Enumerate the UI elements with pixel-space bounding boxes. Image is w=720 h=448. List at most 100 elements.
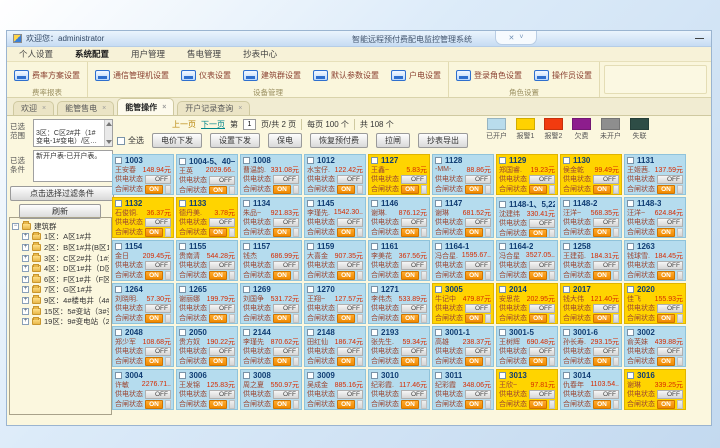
ribbon-button[interactable]: 仪表设置 bbox=[181, 70, 231, 81]
collapse-expander-icon[interactable]: − bbox=[12, 223, 19, 230]
card-checkbox[interactable] bbox=[243, 286, 250, 293]
card-checkbox[interactable] bbox=[243, 157, 250, 164]
room-card[interactable]: 1148-1、5,22 沈建纬 330.41元 供电状态 OFF 合闸状态 ON bbox=[496, 197, 558, 238]
room-card[interactable]: 1263 钱球雪. 184.45元 供电状态 OFF 合闸状态 ON bbox=[624, 240, 686, 281]
toolbar-button[interactable]: 拉闸 bbox=[376, 133, 410, 148]
ribbon-button[interactable]: 通信管理机设置 bbox=[95, 70, 169, 81]
tree-node[interactable]: + 4区：D区1#井（D区1 bbox=[12, 263, 109, 274]
breaker-on-badge[interactable]: ON bbox=[273, 228, 291, 237]
breaker-on-badge[interactable]: ON bbox=[593, 228, 611, 237]
room-card[interactable]: 1003 王安春 148.94元 供电状态 OFF 合闸状态 ON bbox=[112, 154, 174, 195]
breaker-on-badge[interactable]: ON bbox=[529, 357, 547, 366]
breaker-on-badge[interactable]: ON bbox=[401, 185, 419, 194]
expand-expander-icon[interactable]: + bbox=[22, 286, 29, 293]
room-card[interactable]: 1161 李美花 367.56元 供电状态 OFF 合闸状态 ON bbox=[368, 240, 430, 281]
room-card[interactable]: 2020 佳飞 155.93元 供电状态 OFF 合闸状态 ON bbox=[624, 283, 686, 324]
room-card[interactable]: 1145 李瑾先. 1542.30.. 供电状态 OFF 合闸状态 ON bbox=[304, 197, 366, 238]
card-checkbox[interactable] bbox=[563, 372, 570, 379]
breaker-on-badge[interactable]: ON bbox=[273, 185, 291, 194]
room-card[interactable]: 1133 德丹美. 3.78元 供电状态 OFF 合闸状态 ON bbox=[176, 197, 238, 238]
room-card[interactable]: 1157 钱杰 686.99元 供电状态 OFF 合闸状态 ON bbox=[240, 240, 302, 281]
card-checkbox[interactable] bbox=[499, 329, 506, 336]
breaker-on-badge[interactable]: ON bbox=[465, 228, 483, 237]
tree-node[interactable]: + 6区：F区1#井（F区1# bbox=[12, 274, 109, 285]
room-card[interactable]: 1271 李伟杰 533.89元 供电状态 OFF 合闸状态 ON bbox=[368, 283, 430, 324]
document-tab[interactable]: 能管售电× bbox=[57, 101, 114, 115]
card-checkbox[interactable] bbox=[371, 372, 378, 379]
room-card[interactable]: 2017 钱大伟 121.40元 供电状态 OFF 合闸状态 ON bbox=[560, 283, 622, 324]
ribbon-button[interactable]: 户电设置 bbox=[391, 70, 441, 81]
room-card[interactable]: 1134 朱品~ 921.83元 供电状态 OFF 合闸状态 ON bbox=[240, 197, 302, 238]
room-card[interactable]: 1258 王建茹. 184.31元 供电状态 OFF 合闸状态 ON bbox=[560, 240, 622, 281]
expand-expander-icon[interactable]: + bbox=[22, 297, 29, 304]
breaker-on-badge[interactable]: ON bbox=[337, 271, 355, 280]
scroll-down-icon[interactable] bbox=[106, 140, 112, 144]
breaker-on-badge[interactable]: ON bbox=[209, 357, 227, 366]
breaker-on-badge[interactable]: ON bbox=[529, 314, 547, 323]
tab-close-icon[interactable]: × bbox=[42, 105, 46, 112]
card-checkbox[interactable] bbox=[371, 243, 378, 250]
card-checkbox[interactable] bbox=[115, 372, 122, 379]
room-card[interactable]: 1129 郑国睿. 19.23元 供电状态 OFF 合闸状态 ON bbox=[496, 154, 558, 195]
menu-item[interactable]: 售电管理 bbox=[187, 48, 221, 60]
room-card[interactable]: 1147 谢琳 681.52元 供电状态 OFF 合闸状态 ON bbox=[432, 197, 494, 238]
card-checkbox[interactable] bbox=[307, 157, 314, 164]
room-card[interactable]: 2050 贵方奴 190.22元 供电状态 OFF 合闸状态 ON bbox=[176, 326, 238, 367]
breaker-on-badge[interactable]: ON bbox=[593, 314, 611, 323]
card-checkbox[interactable] bbox=[563, 200, 570, 207]
room-card[interactable]: 3005 牛记中 479.87元 供电状态 OFF 合闸状态 ON bbox=[432, 283, 494, 324]
breaker-on-badge[interactable]: ON bbox=[209, 314, 227, 323]
room-card[interactable]: 2144 李瑾先 870.62元 供电状态 OFF 合闸状态 ON bbox=[240, 326, 302, 367]
toolbar-button[interactable]: 设置下发 bbox=[210, 133, 260, 148]
menu-item[interactable]: 用户管理 bbox=[131, 48, 165, 60]
card-checkbox[interactable] bbox=[243, 329, 250, 336]
expand-expander-icon[interactable]: + bbox=[22, 276, 29, 283]
breaker-on-badge[interactable]: ON bbox=[209, 186, 227, 195]
room-card[interactable]: 3011 纪彩霞 348.06元 供电状态 OFF 合闸状态 ON bbox=[432, 369, 494, 410]
room-card[interactable]: 2014 安思花 202.95元 供电状态 OFF 合闸状态 ON bbox=[496, 283, 558, 324]
select-all[interactable]: 全选 bbox=[117, 135, 144, 146]
expand-expander-icon[interactable]: + bbox=[22, 244, 29, 251]
card-checkbox[interactable] bbox=[435, 157, 442, 164]
card-checkbox[interactable] bbox=[499, 157, 506, 164]
room-card[interactable]: 1127 王鑫~ 5.83元 供电状态 OFF 合闸状态 ON bbox=[368, 154, 430, 195]
room-card[interactable]: 3009 吴成金 885.16元 供电状态 OFF 合闸状态 ON bbox=[304, 369, 366, 410]
card-checkbox[interactable] bbox=[179, 329, 186, 336]
card-checkbox[interactable] bbox=[563, 243, 570, 250]
card-checkbox[interactable] bbox=[627, 329, 634, 336]
room-card[interactable]: 3004 许敏 2276.71.. 供电状态 OFF 合闸状态 ON bbox=[112, 369, 174, 410]
breaker-on-badge[interactable]: ON bbox=[337, 228, 355, 237]
card-checkbox[interactable] bbox=[115, 200, 122, 207]
breaker-on-badge[interactable]: ON bbox=[401, 400, 419, 409]
room-card[interactable]: 1269 刘国争 531.72元 供电状态 OFF 合闸状态 ON bbox=[240, 283, 302, 324]
card-checkbox[interactable] bbox=[371, 329, 378, 336]
card-checkbox[interactable] bbox=[435, 200, 442, 207]
room-card[interactable]: 1004-5、40— 王英 2029.66.. 供电状态 OFF 合闸状态 ON bbox=[176, 154, 238, 195]
minimize-button[interactable]: — bbox=[692, 32, 707, 44]
room-card[interactable]: 2048 郑少军 108.68元 供电状态 OFF 合闸状态 ON bbox=[112, 326, 174, 367]
breaker-on-badge[interactable]: ON bbox=[209, 400, 227, 409]
room-card[interactable]: 1012 水宝仔. 122.42元 供电状态 OFF 合闸状态 ON bbox=[304, 154, 366, 195]
breaker-on-badge[interactable]: ON bbox=[465, 400, 483, 409]
breaker-on-badge[interactable]: ON bbox=[529, 271, 547, 280]
room-card[interactable]: 3016 谢琳 339.25元 供电状态 OFF 合闸状态 ON bbox=[624, 369, 686, 410]
breaker-on-badge[interactable]: ON bbox=[273, 400, 291, 409]
breaker-on-badge[interactable]: ON bbox=[401, 357, 419, 366]
breaker-on-badge[interactable]: ON bbox=[337, 357, 355, 366]
card-checkbox[interactable] bbox=[371, 200, 378, 207]
breaker-on-badge[interactable]: ON bbox=[401, 271, 419, 280]
room-card[interactable]: 1148-2 汪洋~ 568.35元 供电状态 OFF 合闸状态 ON bbox=[560, 197, 622, 238]
breaker-on-badge[interactable]: ON bbox=[209, 228, 227, 237]
toolbar-button[interactable]: 恢复预付费 bbox=[310, 133, 368, 148]
selected-range-listbox[interactable]: 3区：C区2#井（1#变电-1#变电）/区… bbox=[33, 119, 113, 147]
tree-node[interactable]: + 1区：A区1#井 bbox=[12, 232, 109, 243]
tab-close-icon[interactable]: × bbox=[162, 104, 166, 111]
tree-node[interactable]: + 9区：4#楼电井（4#楼 bbox=[12, 295, 109, 306]
breaker-on-badge[interactable]: ON bbox=[337, 400, 355, 409]
ribbon-button[interactable]: 默认参数设置 bbox=[313, 70, 379, 81]
card-checkbox[interactable] bbox=[435, 329, 442, 336]
room-card[interactable]: 1128 -MM-. 88.86元 供电状态 OFF 合闸状态 ON bbox=[432, 154, 494, 195]
room-card[interactable]: 2148 田红仙 186.74元 供电状态 OFF 合闸状态 ON bbox=[304, 326, 366, 367]
toolbar-button[interactable]: 电价下发 bbox=[152, 133, 202, 148]
room-card[interactable]: 3001-1 高雄 238.37元 供电状态 OFF 合闸状态 ON bbox=[432, 326, 494, 367]
